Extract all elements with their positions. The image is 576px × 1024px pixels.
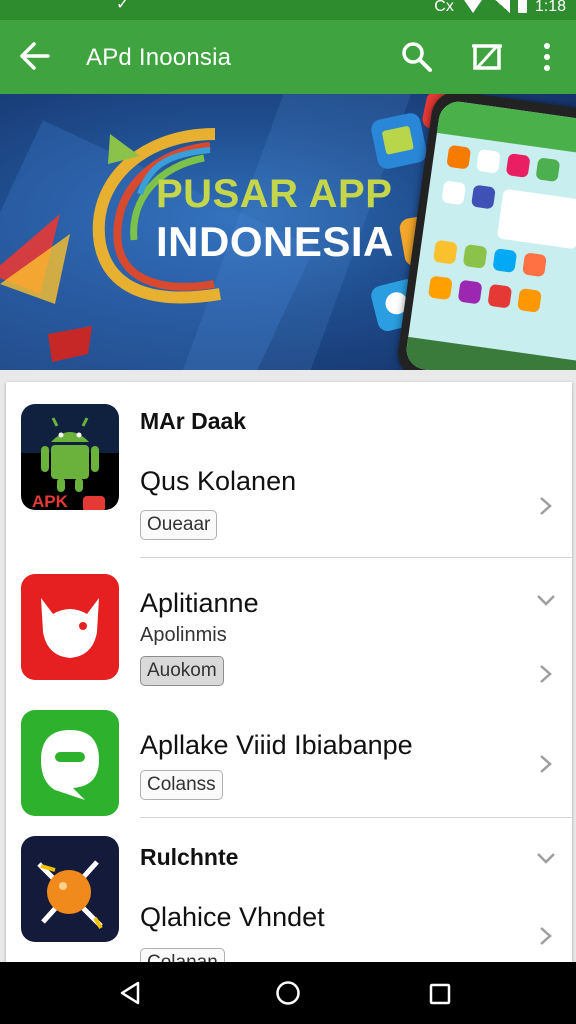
system-nav-bar: [0, 962, 576, 1024]
screenshot-icon[interactable]: [468, 38, 506, 76]
chevron-right-icon[interactable]: [536, 752, 556, 776]
list-item[interactable]: Apllake Viiid Ibiabanpe Colanss: [6, 696, 572, 818]
app-name: Aplitianne: [140, 588, 259, 618]
app-tag[interactable]: Oueaar: [140, 510, 218, 540]
app-tag[interactable]: Colanss: [140, 770, 223, 800]
banner-headline-2: INDONESIA: [156, 218, 394, 265]
app-tag[interactable]: Auokom: [140, 656, 224, 686]
chevron-right-icon[interactable]: [536, 494, 556, 518]
page-title: APd Inoonsia: [86, 44, 232, 71]
red-devil-icon: [21, 574, 119, 680]
status-bar: ✓ Cx 1:18: [0, 0, 576, 20]
nav-recents-icon[interactable]: [428, 982, 452, 1006]
apk-label: APK: [32, 492, 68, 510]
app-name: Qus Kolanen: [140, 466, 297, 496]
back-arrow-icon[interactable]: [18, 36, 54, 76]
app-category: Rulchnte: [140, 844, 239, 870]
orange-ball-icon: [21, 836, 119, 942]
banner-headline-1: PUSAR APP: [156, 172, 393, 216]
android-apk-icon: APK: [21, 404, 119, 510]
chevron-right-icon[interactable]: [536, 924, 556, 948]
status-icons: Cx 1:18: [434, 0, 566, 16]
list-item[interactable]: Rulchnte Qlahice Vhndet Colanan: [6, 818, 572, 982]
chevron-down-icon[interactable]: [536, 588, 556, 612]
notification-icon: ✓: [116, 0, 130, 13]
wifi-icon: [461, 0, 484, 13]
app-category: MAr Daak: [140, 408, 247, 434]
clock: 1:18: [534, 0, 566, 15]
app-subtitle: Apolinmis: [140, 624, 227, 646]
list-item[interactable]: APK MAr Daak Qus Kolanen Oueaar: [6, 382, 572, 558]
chevron-right-icon[interactable]: [536, 662, 556, 686]
app-bar: APd Inoonsia: [0, 20, 576, 94]
chevron-down-icon[interactable]: [536, 846, 556, 870]
list-item[interactable]: Aplitianne Apolinmis Auokom: [6, 558, 572, 696]
promo-banner[interactable]: PUSAR APP INDONESIA: [0, 94, 576, 370]
nav-back-icon[interactable]: [118, 980, 144, 1006]
app-name: Apllake Viiid Ibiabanpe: [140, 730, 413, 760]
signal-icon: [491, 0, 510, 13]
app-name: Qlahice Vhndet: [140, 902, 325, 932]
search-icon[interactable]: [398, 38, 436, 76]
carrier-label: Cx: [434, 0, 454, 15]
app-list: APK MAr Daak Qus Kolanen Oueaar Aplitian…: [6, 382, 572, 982]
more-options-icon[interactable]: [536, 38, 558, 76]
green-chat-icon: [21, 710, 119, 816]
app-screen: ✓ Cx 1:18 APd Inoonsia PUSAR APP INDONES…: [0, 0, 576, 1024]
floating-app-tile: [369, 111, 429, 171]
battery-icon: [517, 0, 527, 13]
nav-home-icon[interactable]: [275, 980, 301, 1006]
